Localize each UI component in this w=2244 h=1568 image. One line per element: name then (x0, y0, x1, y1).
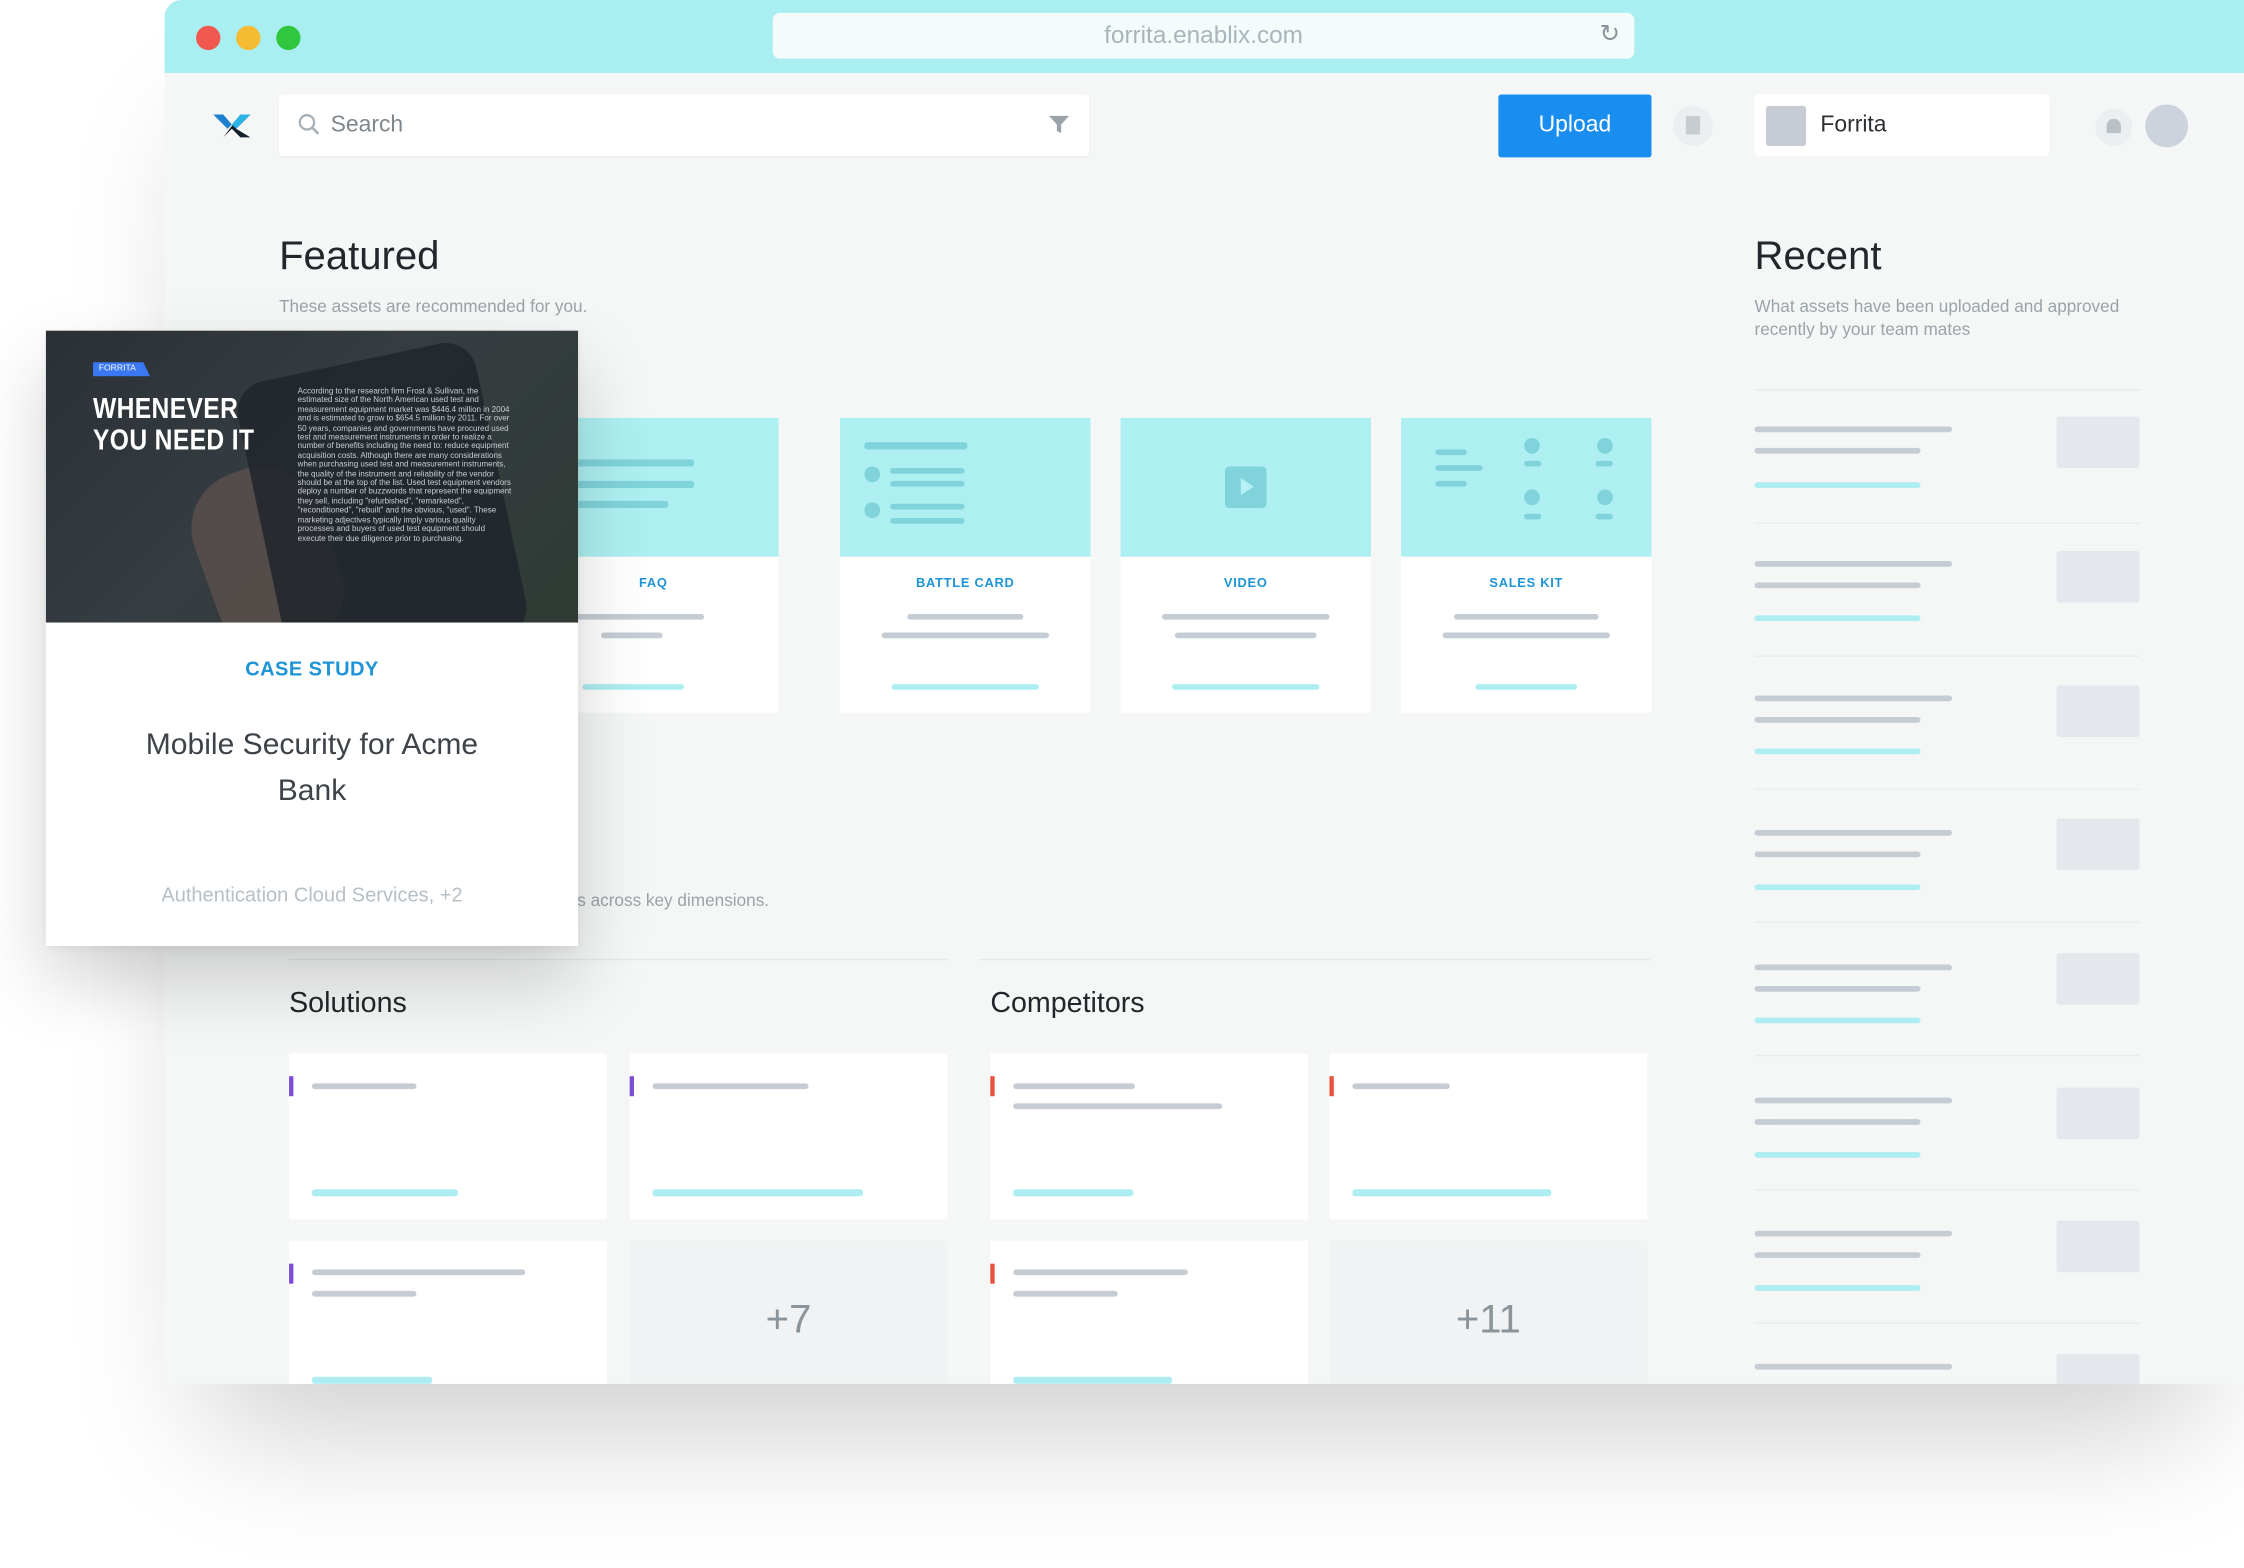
address-bar[interactable]: forrita.enablix.com ↻ (772, 12, 1635, 59)
solutions-title: Solutions (289, 987, 407, 1019)
solution-card[interactable] (289, 1240, 607, 1384)
reload-icon[interactable]: ↻ (1600, 13, 1620, 56)
minimize-window-button[interactable] (236, 25, 261, 51)
card-type-label: VIDEO (1223, 575, 1268, 590)
competitor-card[interactable] (1329, 1053, 1648, 1220)
maximize-window-button[interactable] (276, 25, 301, 51)
enablix-logo[interactable] (213, 112, 251, 141)
featured-card-video[interactable]: VIDEO (1120, 417, 1371, 713)
case-tags: Authentication Cloud Services, +2 (161, 882, 463, 906)
card-thumbnail (840, 417, 1091, 557)
card-type-label: BATTLE CARD (916, 575, 1015, 590)
recent-item[interactable] (1754, 923, 2140, 1057)
solution-card[interactable] (289, 1053, 607, 1220)
address-url: forrita.enablix.com (1104, 21, 1303, 49)
recent-item[interactable] (1754, 657, 2140, 790)
search-bar[interactable]: Search (279, 94, 1090, 156)
recent-item[interactable] (1754, 790, 2140, 924)
card-type-label: SALES KIT (1489, 575, 1564, 590)
competitors-divider (978, 958, 1651, 961)
recent-item[interactable] (1754, 524, 2140, 657)
competitors-title: Competitors (990, 987, 1145, 1019)
case-title: Mobile Security for Acme Bank (145, 728, 479, 808)
recent-title: Recent (1754, 233, 1882, 278)
brand-badge: FORRITA (93, 362, 151, 377)
bell-icon[interactable] (2095, 108, 2133, 146)
recent-item[interactable] (1754, 391, 2140, 524)
recent-item[interactable] (1754, 1324, 2140, 1384)
search-input[interactable]: Search (331, 94, 404, 156)
featured-subtitle: These assets are recommended for you. (279, 296, 588, 317)
competitors-more-button[interactable]: +11 (1329, 1240, 1648, 1384)
case-type-label: CASE STUDY (245, 656, 379, 680)
recent-item[interactable] (1754, 1058, 2140, 1191)
play-icon (1225, 466, 1267, 509)
card-thumbnail (1120, 417, 1371, 557)
workspace-name: Forrita (1820, 113, 1887, 138)
search-icon (298, 114, 320, 135)
competitor-card[interactable] (990, 1240, 1309, 1384)
browser-titlebar: forrita.enablix.com ↻ (164, 0, 2244, 73)
featured-title: Featured (279, 233, 440, 278)
solutions-more-button[interactable]: +7 (629, 1240, 948, 1384)
hero-body-text: According to the research firm Frost & S… (297, 387, 512, 544)
explore-subtitle: ts across key dimensions. (572, 890, 770, 911)
solutions-divider (289, 958, 949, 961)
competitor-card[interactable] (990, 1053, 1309, 1220)
close-window-button[interactable] (196, 25, 221, 51)
hero-headline: WHENEVER YOU NEED IT (93, 393, 255, 457)
solution-card[interactable] (629, 1053, 948, 1220)
recent-subtitle: What assets have been uploaded and appro… (1754, 296, 2120, 340)
recent-item[interactable] (1754, 1191, 2140, 1324)
case-study-card[interactable]: FORRITA WHENEVER YOU NEED IT According t… (45, 330, 579, 946)
upload-button[interactable]: Upload (1498, 94, 1652, 158)
document-icon[interactable] (1672, 105, 1714, 146)
user-avatar[interactable] (2145, 104, 2189, 148)
case-study-image: FORRITA WHENEVER YOU NEED IT According t… (45, 330, 579, 623)
card-thumbnail (1401, 417, 1652, 557)
featured-card-sales-kit[interactable]: SALES KIT (1401, 417, 1652, 713)
featured-card-battle-card[interactable]: BATTLE CARD (840, 417, 1091, 713)
workspace-thumbnail (1765, 105, 1807, 146)
workspace-selector[interactable]: Forrita (1754, 94, 2050, 156)
filter-icon[interactable] (1048, 114, 1070, 134)
